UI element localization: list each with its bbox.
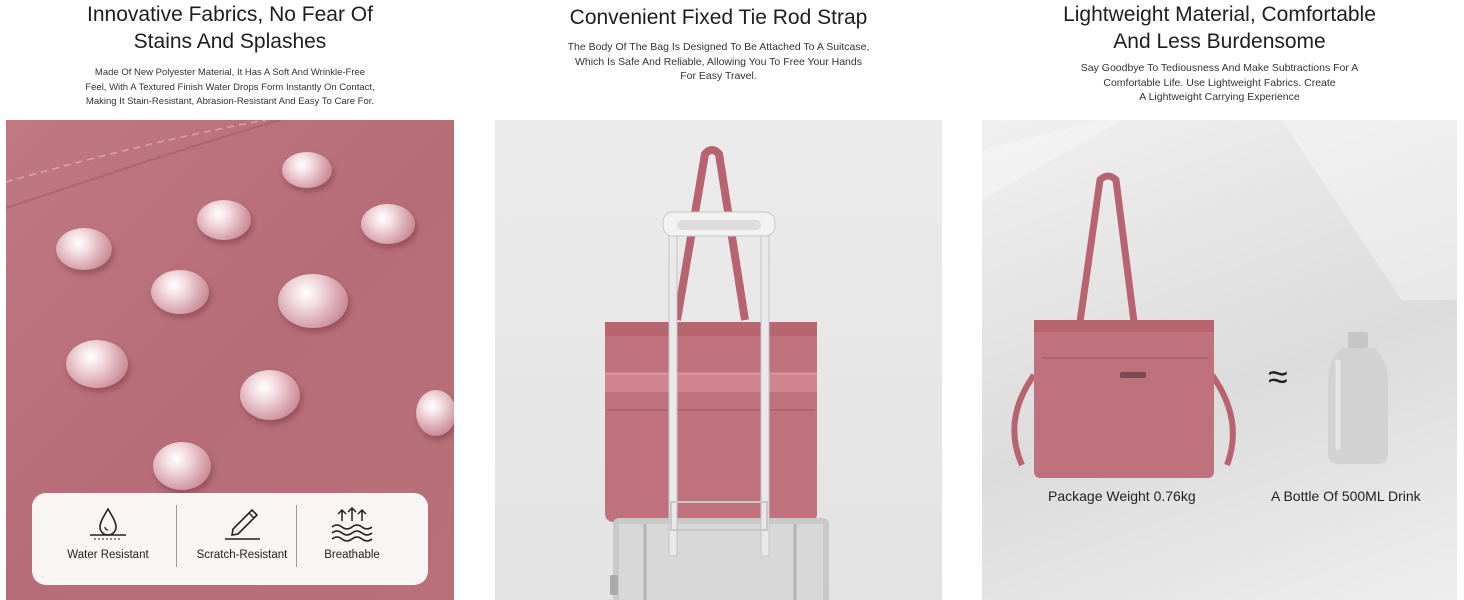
title-line: And Less Burdensome — [1113, 30, 1326, 53]
water-drop — [56, 228, 112, 270]
desc-line: Comfortable Life. Use Lightweight Fabric… — [1103, 76, 1336, 89]
feature-description: The Body Of The Bag Is Designed To Be At… — [495, 40, 942, 84]
title-line: Stains And Splashes — [133, 30, 327, 53]
desc-line: A Lightweight Carrying Experience — [1139, 91, 1300, 103]
feature-fabric: Innovative Fabrics, No Fear Of Stains An… — [6, 0, 454, 600]
desc-line: For Easy Travel. — [680, 70, 757, 82]
water-drop — [361, 204, 415, 244]
water-drop — [282, 152, 332, 188]
feature-title: Convenient Fixed Tie Rod Strap — [569, 6, 868, 29]
feature-description: Made Of New Polyester Material, It Has A… — [6, 66, 454, 110]
feature-title: Lightweight Material, Comfortable And Le… — [982, 1, 1457, 55]
approx-equal-icon: ≈ — [1268, 356, 1288, 397]
water-drop — [153, 442, 211, 490]
water-drop — [197, 200, 251, 240]
water-drop — [66, 340, 128, 388]
water-drop — [240, 370, 300, 420]
airflow-icon — [331, 507, 373, 542]
desc-line: Feel, With A Textured Finish Water Drops… — [85, 81, 375, 93]
feature-tie-rod-strap: Convenient Fixed Tie Rod Strap The Body … — [495, 0, 942, 600]
weight-comparison-photo: ≈ Package Weight 0.76kg A Bottle Of 500M… — [982, 120, 1457, 600]
water-drop — [416, 390, 454, 436]
product-feature-banner: Innovative Fabrics, No Fear Of Stains An… — [0, 0, 1464, 600]
feature-description: Say Goodbye To Tediousness And Make Subt… — [982, 61, 1457, 105]
bottle-caption: A Bottle Of 500ML Drink — [1271, 488, 1421, 504]
bag-vs-bottle-illustration — [982, 120, 1457, 478]
pen-scratch-icon — [225, 508, 260, 540]
desc-line: Say Goodbye To Tediousness And Make Subt… — [1080, 62, 1359, 74]
water-drop — [278, 274, 348, 328]
badge-label: Water Resistant — [67, 549, 149, 561]
badge-label: Breathable — [324, 549, 380, 561]
fabric-photo: Water Resistant Scratch-Resistant Breath… — [6, 120, 454, 600]
title-line: Lightweight Material, Comfortable — [1063, 3, 1376, 26]
title-line: Innovative Fabrics, No Fear Of — [87, 3, 373, 26]
feature-lightweight: Lightweight Material, Comfortable And Le… — [982, 0, 1457, 600]
badge-water-resistant: Water Resistant — [42, 503, 174, 575]
suitcase-photo — [495, 120, 942, 600]
feature-title: Innovative Fabrics, No Fear Of Stains An… — [6, 1, 454, 55]
desc-line: Which Is Safe And Reliable, Allowing You… — [575, 55, 862, 68]
desc-line: Made Of New Polyester Material, It Has A… — [94, 67, 366, 78]
package-weight-caption: Package Weight 0.76kg — [1048, 488, 1196, 504]
bag-on-suitcase-illustration — [605, 146, 829, 600]
water-drop — [151, 270, 209, 314]
badge-breathable: Breathable — [286, 503, 418, 575]
desc-line: The Body Of The Bag Is Designed To Be At… — [567, 41, 870, 53]
water-drop-icon — [90, 507, 126, 540]
feature-badges: Water Resistant Scratch-Resistant Breath… — [32, 493, 428, 585]
desc-line: Making It Stain-Resistant, Abrasion-Resi… — [85, 96, 375, 107]
